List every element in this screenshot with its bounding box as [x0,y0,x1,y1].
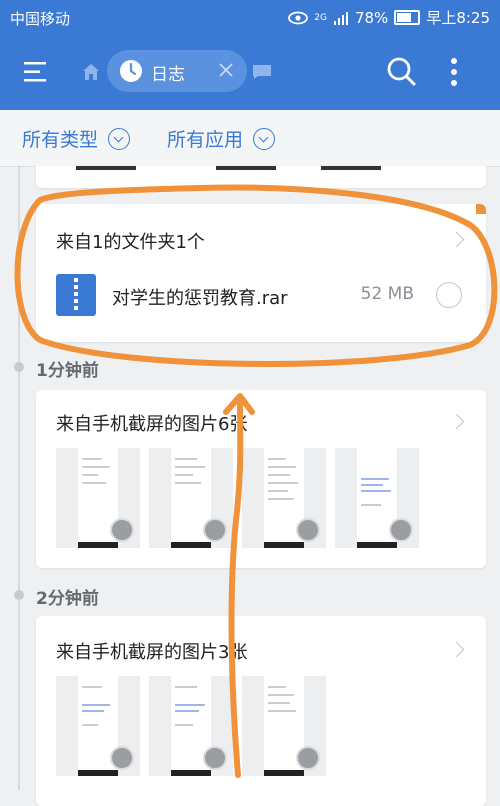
chevron-right-icon[interactable] [448,231,465,248]
thumbnail-row [56,448,419,548]
select-checkbox[interactable] [203,518,227,542]
clock-time: 早上8:25 [426,9,490,27]
filter-type-dropdown[interactable]: 所有类型 [22,125,131,152]
clock-icon [120,60,142,82]
file-name[interactable]: 对学生的惩罚教育.rar [112,284,288,310]
file-card-title: 来自1的文件夹1个 [56,232,205,253]
screenshot-thumbnail[interactable] [242,676,326,776]
status-bar: 中国移动 2G 78% 早上8:25 [0,0,500,34]
filter-app-label: 所有应用 [167,129,244,151]
eye-icon [288,11,309,24]
chevron-down-icon [108,127,131,150]
select-checkbox[interactable] [296,746,320,770]
tab-log[interactable]: 日志 [107,50,247,92]
menu-icon[interactable] [22,58,50,86]
select-checkbox[interactable] [110,746,134,770]
close-icon[interactable] [217,61,235,79]
screenshot-card-title: 来自手机截屏的图片3张 [56,642,248,663]
home-icon[interactable] [82,63,100,81]
signal-icon [333,11,348,25]
filter-bar: 所有类型 所有应用 [0,110,500,167]
thumb-edge [216,166,276,170]
network-type-label: 2G [314,12,327,23]
battery-fill [397,13,412,22]
select-checkbox[interactable] [389,518,413,542]
battery-icon [394,10,421,25]
chevron-right-icon[interactable] [448,413,465,430]
screenshot-thumbnail[interactable] [335,448,419,548]
tab-log-label: 日志 [151,65,185,85]
section-time-label: 1分钟前 [36,361,99,381]
timeline-dot [14,362,24,372]
app-bar: 日志 [0,34,500,110]
screenshot-thumbnail[interactable] [149,448,233,548]
thumb-edge [76,166,136,170]
screenshot-card[interactable]: 来自手机截屏的图片3张 [36,616,486,806]
status-icons: 2G 78% 早上8:25 [288,7,490,28]
select-checkbox[interactable] [110,518,134,542]
chevron-down-icon [253,127,276,150]
filter-app-dropdown[interactable]: 所有应用 [167,125,276,152]
thumb-edge [321,166,381,170]
screenshot-card[interactable]: 来自手机截屏的图片6张 [36,390,486,568]
select-checkbox[interactable] [203,746,227,770]
new-marker [476,204,486,214]
previous-card-partial[interactable] [36,166,486,188]
timeline-dot [14,590,24,600]
battery-percent: 78% [354,8,389,27]
screenshot-thumbnail[interactable] [56,448,140,548]
chevron-right-icon[interactable] [448,641,465,658]
screenshot-thumbnail[interactable] [242,448,326,548]
section-time-label: 2分钟前 [36,589,99,609]
carrier-label: 中国移动 [10,10,71,28]
timeline-line [18,166,20,790]
search-icon[interactable] [386,56,416,86]
screenshot-thumbnail[interactable] [56,676,140,776]
screenshot-card-title: 来自手机截屏的图片6张 [56,414,248,435]
filter-type-label: 所有类型 [22,129,99,151]
message-icon[interactable] [252,64,272,80]
screenshot-thumbnail[interactable] [149,676,233,776]
file-card[interactable]: 来自1的文件夹1个 对学生的惩罚教育.rar 52 MB [36,204,486,342]
file-size: 52 MB [360,284,414,304]
thumbnail-row [56,676,326,776]
more-options-icon[interactable] [446,56,462,88]
archive-file-icon [56,274,96,316]
select-checkbox[interactable] [296,518,320,542]
select-checkbox[interactable] [436,282,462,308]
